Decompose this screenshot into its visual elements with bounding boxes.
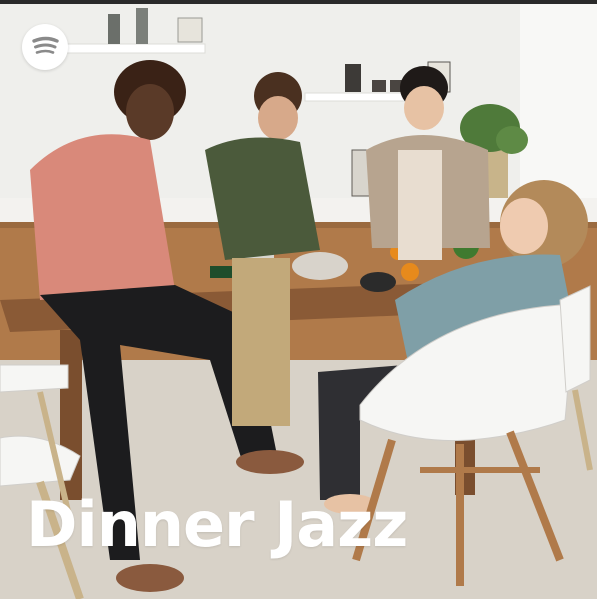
top-border [0,0,597,4]
playlist-title: Dinner Jazz [26,488,408,561]
spotify-logo-icon [22,24,68,70]
playlist-cover[interactable]: Dinner Jazz [0,0,597,599]
